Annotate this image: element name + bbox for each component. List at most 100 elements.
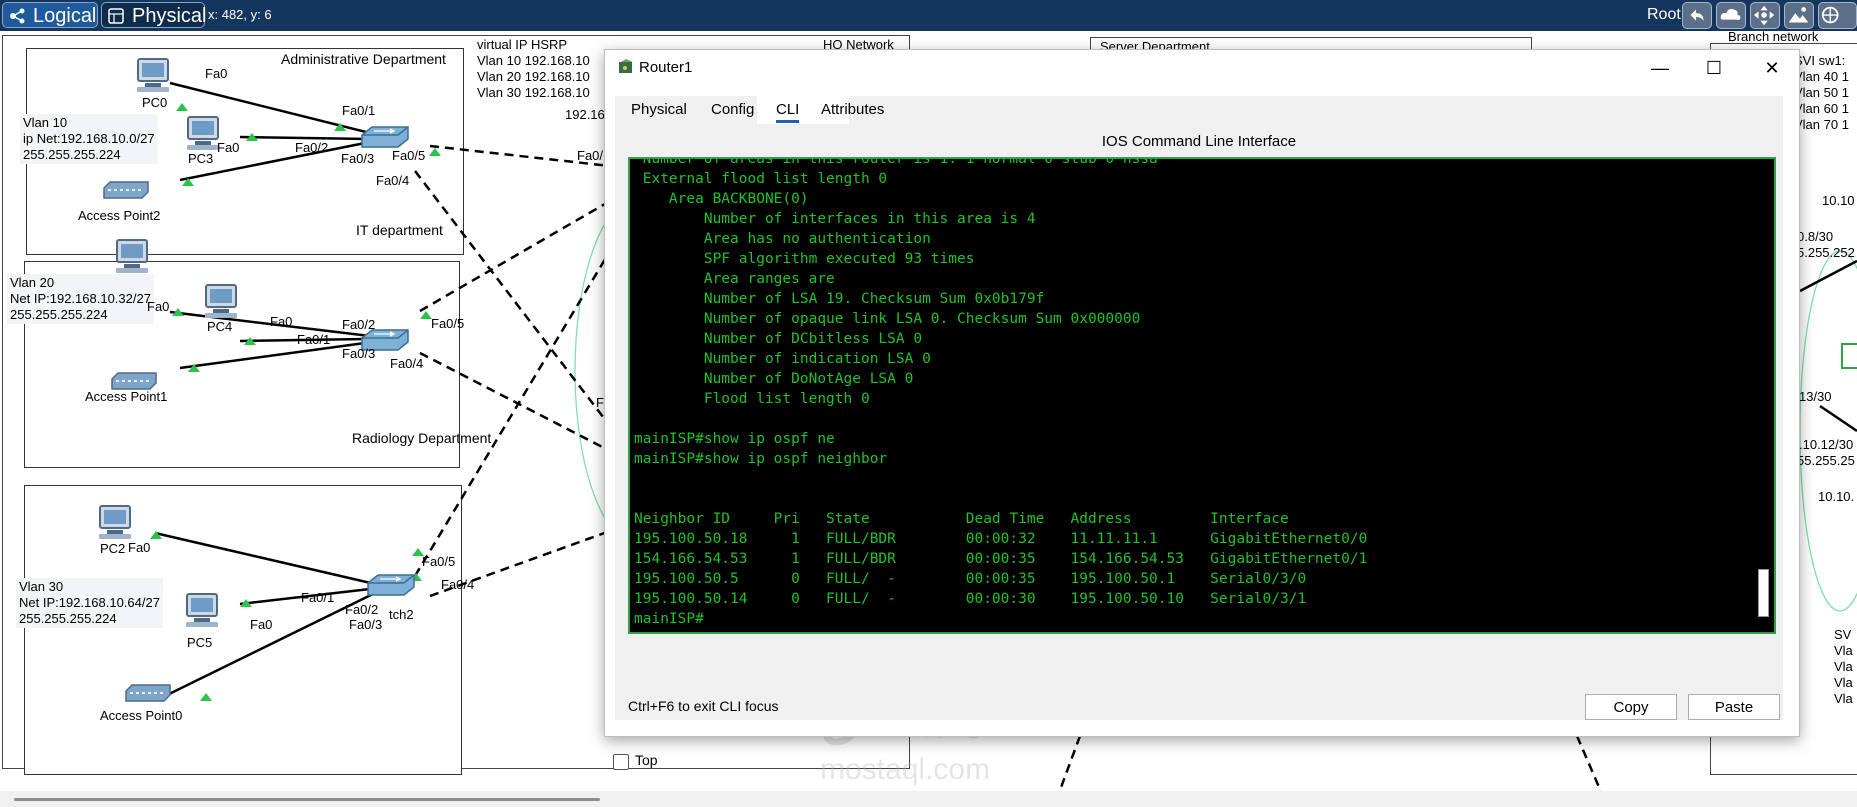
terminal-line: Number of DoNotAge LSA 0 [634,371,914,387]
port-label: Fa0/2 [295,140,329,155]
pc-icon[interactable] [133,57,173,98]
scrollbar-thumb[interactable] [14,798,600,801]
svi2-line: Vla [1834,675,1853,690]
terminal-line: Area has no authentication [634,231,931,247]
terminal-line: Number of interfaces in this area is 4 [634,211,1036,227]
it-vlan-note: Vlan 20 Net IP:192.168.10.32/27 255.255.25… [7,274,154,324]
port-label: Fa0/1 [301,590,335,605]
port-label: Fa0/4 [376,173,410,188]
back-icon[interactable] [1682,2,1712,29]
admin-department-title: Administrative Department [281,51,446,67]
svi-line: Vlan 60 1 [1794,101,1849,116]
svi2-line: SV [1834,627,1852,642]
terminal-output: Number of areas in this router is 1. 1 n… [634,157,1368,629]
ip-fragment: 55.255.25 [1797,453,1855,468]
port-label: Fa0/2 [342,317,376,332]
terminal-line: Area ranges are [634,271,835,287]
terminal-line: 195.100.50.14 0 FULL/ - 00:00:30 195.100… [634,591,1307,607]
ip-fragment: 13/30 [1799,389,1832,404]
device-label: Access Point2 [78,208,161,223]
cli-panel: IOS Command Line Interface Number of are… [615,124,1783,720]
note-line: Vlan 10 [23,115,68,130]
port-label: Fa0/4 [390,356,424,371]
note-line: Net IP:192.168.10.64/27 [19,595,160,610]
note-line: 255.255.255.224 [19,611,117,626]
radiology-department-title: Radiology Department [352,430,492,446]
access-point-icon[interactable] [122,681,174,708]
ip-fragment: 10.10. [1818,489,1855,504]
terminal-line: mainISP#show ip ospf neighbor [634,451,888,467]
physical-mode-button[interactable]: Physical [101,2,206,28]
ip-fragment: .10.12/30 [1799,437,1854,452]
port-label: Fa0 [128,540,151,555]
close-button[interactable]: ✕ [1749,55,1795,81]
note-line: Vlan 30 [19,579,64,594]
ip-fragment: 10.10 [1822,193,1855,208]
port-label: Fa0/3 [349,617,383,632]
pc-icon[interactable] [201,283,241,324]
terminal-line: Neighbor ID Pri State Dead Time Address … [634,511,1289,527]
port-label: Fa0/1 [342,103,376,118]
cloud-icon[interactable] [1716,2,1746,29]
device-label: PC2 [100,541,126,556]
router-app-icon [619,59,633,73]
logical-mode-label: Logical [33,5,97,27]
tab-attributes[interactable]: Attributes [821,100,884,120]
pc-icon[interactable] [95,504,135,545]
terminal-line: Number of areas in this router is 1. 1 n… [634,157,1158,167]
tab-cli[interactable]: CLI [776,100,800,123]
paste-button[interactable]: Paste [1688,694,1780,720]
minimize-button[interactable]: — [1637,55,1683,81]
device-label: tch2 [389,607,414,622]
pc-icon[interactable] [112,238,152,279]
terminal-line: 195.100.50.18 1 FULL/BDR 00:00:32 11.11.… [634,531,1368,547]
horizontal-scrollbar[interactable] [0,791,1857,807]
top-checkbox-label: Top [635,752,658,768]
port-label: Fa0 [250,617,273,632]
viewport-icon[interactable] [1818,2,1857,29]
partial-port-label: Fa0/ [577,148,604,163]
access-point-icon[interactable] [100,178,152,205]
port-label: Fa0 [217,140,240,155]
terminal-scroll-thumb[interactable] [1758,569,1769,617]
terminal-scrollbar[interactable] [1754,159,1774,632]
port-label: Fa0/5 [392,148,426,163]
logical-icon [10,8,25,24]
port-label: Fa0/1 [297,332,331,347]
window-title: Router1 [639,59,693,76]
cli-terminal[interactable]: Number of areas in this router is 1. 1 n… [628,157,1776,634]
port-label: Fa0/2 [345,602,379,617]
port-label: Fa0/3 [342,346,376,361]
port-label: Fa0/5 [431,316,465,331]
port-label: Fa0 [270,314,293,329]
logical-mode-button[interactable]: Logical [2,2,98,28]
terminal-line: Number of LSA 19. Checksum Sum 0x0b179f [634,291,1045,307]
tab-config[interactable]: Config [711,100,754,120]
device-label: Access Point1 [85,389,168,404]
cli-heading: IOS Command Line Interface [1101,133,1297,150]
device-label: PC3 [188,151,214,166]
maximize-button[interactable]: ☐ [1691,55,1737,81]
root-label: Root [1647,6,1681,23]
svi2-line: Vla [1834,643,1853,658]
device-label: PC4 [207,319,233,334]
svi-title: SVI sw1: [1794,53,1846,68]
terminal-line: Number of opaque link LSA 0. Checksum Su… [634,311,1141,327]
device-label: PC0 [142,95,168,110]
image-icon[interactable] [1784,2,1814,29]
terminal-line: 154.166.54.53 1 FULL/BDR 00:00:35 154.16… [634,551,1368,567]
pc-icon[interactable] [182,592,222,633]
copy-button[interactable]: Copy [1585,694,1677,720]
note-line: Net IP:192.168.10.32/27 [10,291,151,306]
port-label: Fa0/3 [341,151,375,166]
note-line: Vlan 20 [10,275,55,290]
top-checkbox[interactable] [613,754,629,770]
switch-icon[interactable] [366,573,416,602]
tab-bar: Physical Config CLI Attributes [615,96,1783,124]
move-icon[interactable] [1750,2,1780,29]
ip-fragment: 0.8/30 [1797,229,1834,244]
tab-physical[interactable]: Physical [631,100,687,120]
svi-line: Vlan 70 1 [1794,117,1849,132]
device-label: Access Point0 [100,708,183,723]
note-line: ip Net:192.168.10.0/27 [23,131,155,146]
